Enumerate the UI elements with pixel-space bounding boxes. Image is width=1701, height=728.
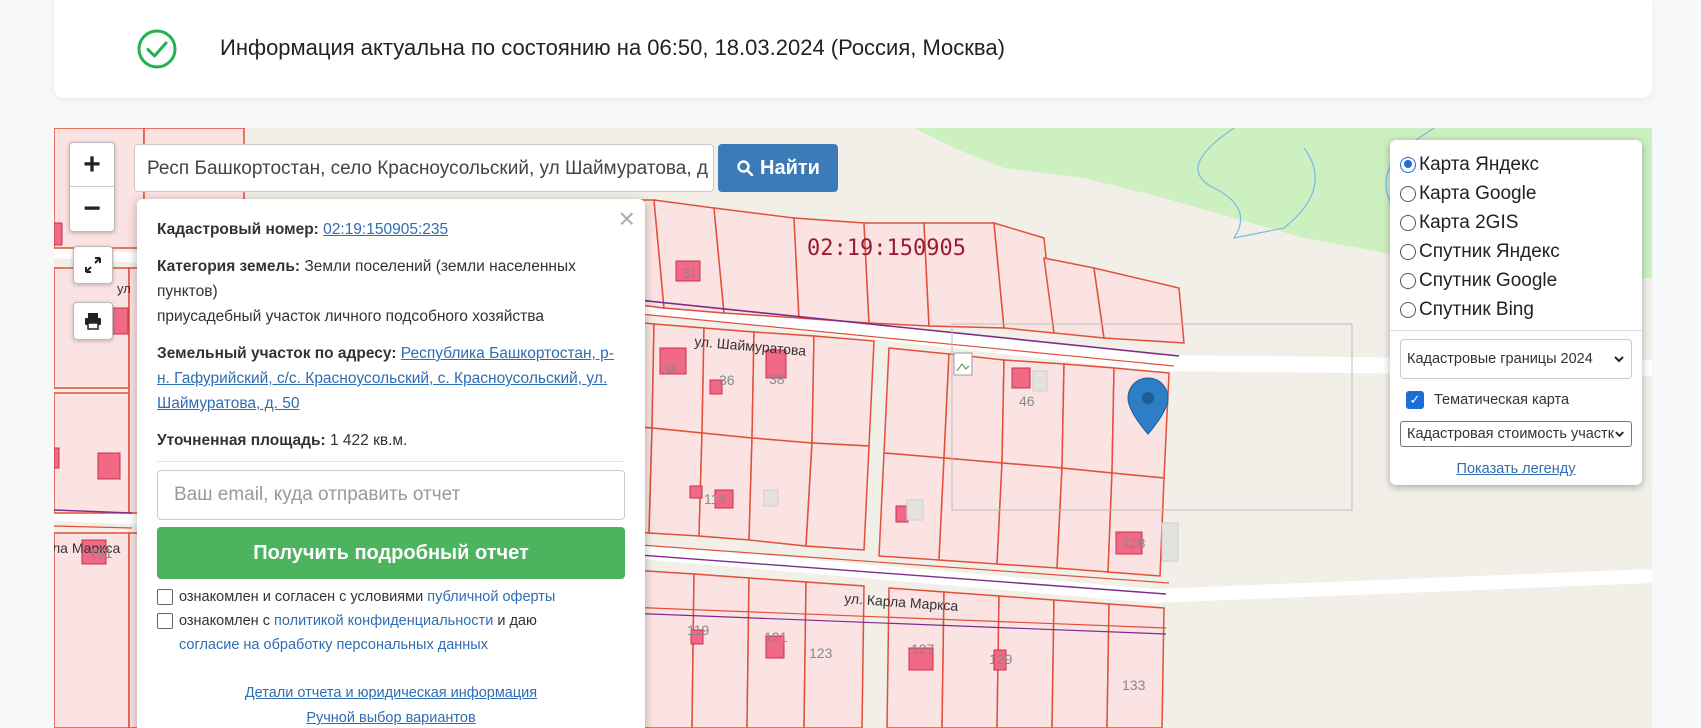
address-row: Земельный участок по адресу: Республика … <box>157 341 625 416</box>
info-banner: Информация актуальна по состоянию на 06:… <box>54 0 1652 98</box>
parcel-number: 127 <box>911 641 935 657</box>
cadastral-cost-select[interactable]: Кадастровая стоимость участков <box>1400 421 1632 447</box>
parcel-number: 121 <box>764 629 788 645</box>
area-label: Уточненная площадь: <box>157 432 326 449</box>
address-label: Земельный участок по адресу: <box>157 345 397 362</box>
cadastral-number-link[interactable]: 02:19:150905:235 <box>323 221 448 238</box>
privacy-tail: и даю <box>497 613 537 629</box>
radio-icon[interactable] <box>1400 301 1416 318</box>
layer-option-bing-satellite[interactable]: Спутник Bing <box>1400 295 1632 324</box>
radio-icon[interactable] <box>1400 272 1416 289</box>
cost-select-value: Кадастровая стоимость участков <box>1407 426 1614 442</box>
street-label: ул <box>117 281 131 296</box>
parcel-number: 31 <box>682 265 698 281</box>
area-row: Уточненная площадь: 1 422 кв.м. <box>157 428 625 453</box>
parcel-number: 133 <box>1122 677 1146 693</box>
cadastral-label: Кадастровый номер: <box>157 221 319 238</box>
layer-option-google-satellite[interactable]: Спутник Google <box>1400 266 1632 295</box>
privacy-agreement: ознакомлен с политикой конфиденциальност… <box>157 609 625 657</box>
radio-icon[interactable] <box>1400 243 1416 260</box>
usage-value: приусадебный участок личного подсобного … <box>157 308 544 325</box>
cadastral-number-row: Кадастровый номер: 02:19:150905:235 <box>157 217 625 242</box>
parcel-number: 46 <box>1019 393 1035 409</box>
show-legend-link[interactable]: Показать легенду <box>1400 461 1632 477</box>
layer-label: Карта Google <box>1419 182 1537 204</box>
info-text: Информация актуальна по состоянию на 06:… <box>220 35 1005 60</box>
email-field[interactable]: Ваш email, куда отправить отчет <box>157 470 625 520</box>
print-icon <box>85 313 101 330</box>
land-category-row: Категория земель: Земли поселений (земли… <box>157 254 625 329</box>
category-label: Категория земель: <box>157 258 301 275</box>
parcel-number: 129 <box>989 651 1013 667</box>
cadastral-map[interactable]: 02:19:150905 ул. Шаймуратова ул. Карла М… <box>54 128 1652 728</box>
boundaries-select[interactable]: Кадастровые границы 2024 <box>1400 339 1632 379</box>
offer-text: ознакомлен и согласен с условиями <box>179 589 424 605</box>
checkbox-checked-icon[interactable]: ✓ <box>1406 391 1424 409</box>
layer-label: Спутник Bing <box>1419 298 1534 320</box>
offer-agreement: ознакомлен и согласен с условиями публич… <box>157 585 625 609</box>
zoom-out-button[interactable]: − <box>70 187 114 230</box>
parcel-info-popup: × Кадастровый номер: 02:19:150905:235 Ка… <box>137 199 645 728</box>
radio-icon[interactable] <box>1400 214 1416 231</box>
divider <box>157 461 625 462</box>
broken-image-icon <box>953 352 973 376</box>
check-circle-icon <box>137 29 177 69</box>
parcel-number: 119 <box>687 622 710 638</box>
offer-link[interactable]: публичной оферты <box>427 589 555 605</box>
parcel-number: 101 <box>89 545 113 561</box>
close-icon[interactable]: × <box>619 205 635 233</box>
zoom-in-button[interactable]: + <box>70 143 114 187</box>
manual-selection-link[interactable]: Ручной выбор вариантов <box>157 706 625 728</box>
parcel-number: 34 <box>662 361 678 377</box>
layer-option-yandex-map[interactable]: Карта Яндекс <box>1400 150 1632 179</box>
print-button[interactable] <box>73 302 113 340</box>
fullscreen-button[interactable] <box>73 246 113 284</box>
zoom-control: + − <box>69 142 115 232</box>
parcel-number: 123 <box>809 645 833 661</box>
search-button-label: Найти <box>760 156 820 179</box>
get-report-button[interactable]: Получить подробный отчет <box>157 527 625 579</box>
personal-data-consent-link[interactable]: согласие на обработку персональных данны… <box>179 637 488 653</box>
privacy-checkbox[interactable] <box>157 613 173 629</box>
parcel-number: 36 <box>719 372 735 388</box>
radio-icon[interactable] <box>1400 156 1416 173</box>
boundaries-select-value: Кадастровые границы 2024 <box>1407 351 1593 367</box>
street-line <box>54 525 133 529</box>
thematic-map-toggle[interactable]: ✓ Тематическая карта <box>1406 391 1632 409</box>
map-layers-panel: Карта Яндекс Карта Google Карта 2GIS Спу… <box>1390 140 1642 485</box>
offer-checkbox[interactable] <box>157 589 173 605</box>
layer-option-google-map[interactable]: Карта Google <box>1400 179 1632 208</box>
layer-option-2gis-map[interactable]: Карта 2GIS <box>1400 208 1632 237</box>
search-icon <box>737 160 754 177</box>
parcel-number: 128 <box>1122 535 1146 551</box>
layer-label: Карта 2GIS <box>1419 211 1519 233</box>
chevron-down-icon <box>1615 431 1624 438</box>
address-search-input[interactable]: Респ Башкортостан, село Красноусольский,… <box>134 144 714 192</box>
search-button[interactable]: Найти <box>718 144 838 192</box>
radio-icon[interactable] <box>1400 185 1416 202</box>
layer-label: Спутник Google <box>1419 269 1558 291</box>
thematic-map-label: Тематическая карта <box>1434 392 1570 408</box>
layer-option-yandex-satellite[interactable]: Спутник Яндекс <box>1400 237 1632 266</box>
divider <box>1390 330 1642 331</box>
layer-label: Спутник Яндекс <box>1419 240 1560 262</box>
privacy-policy-link[interactable]: политикой конфиденциальности <box>274 613 493 629</box>
parcel-number: 38 <box>769 371 785 387</box>
layer-label: Карта Яндекс <box>1419 153 1540 175</box>
chevron-down-icon <box>1614 356 1624 363</box>
quarter-label: 02:19:150905 <box>807 236 966 261</box>
fullscreen-icon <box>85 257 101 273</box>
area-value: 1 422 кв.м. <box>330 432 408 449</box>
parcel-number: 114 <box>704 491 727 507</box>
privacy-text: ознакомлен с <box>179 613 270 629</box>
report-details-link[interactable]: Детали отчета и юридическая информация <box>157 681 625 706</box>
